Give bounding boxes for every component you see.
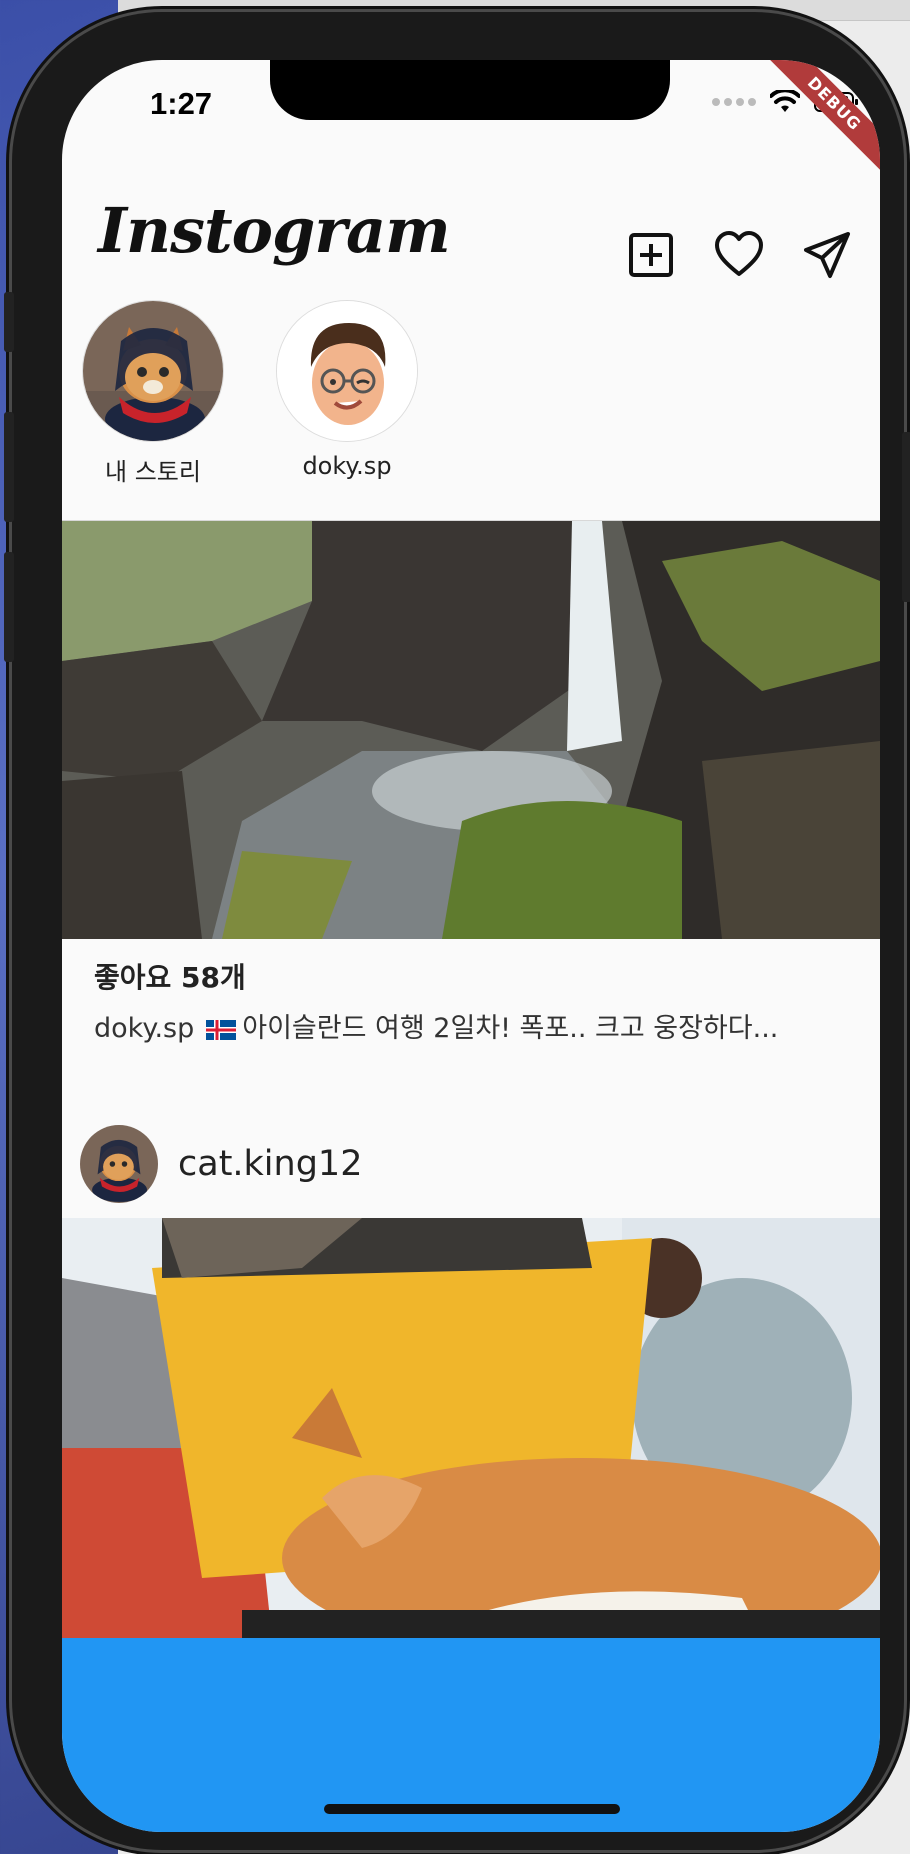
memoji-avatar <box>276 300 418 442</box>
volume-up-button <box>4 412 14 522</box>
app-screen: 1:27 DEBUG Instogram 내 스토리 doky.sp 좋아요 5… <box>62 60 880 1832</box>
toolbar <box>626 230 852 280</box>
volume-down-button <box>4 552 14 662</box>
home-indicator[interactable] <box>324 1804 620 1814</box>
app-logo: Instogram <box>98 194 451 267</box>
caption-username[interactable]: doky.sp <box>94 1013 194 1044</box>
notch <box>270 60 670 120</box>
story-my-story[interactable]: 내 스토리 <box>82 300 224 487</box>
post-caption: doky.sp 아이슬란드 여행 2일차! 폭포.. 크고 웅장하다... <box>94 1006 880 1045</box>
phone-frame: 1:27 DEBUG Instogram 내 스토리 doky.sp 좋아요 5… <box>4 12 910 1850</box>
cat-bag-image[interactable] <box>62 1218 880 1638</box>
mute-switch <box>4 292 14 352</box>
power-button <box>902 432 910 602</box>
heart-icon[interactable] <box>714 230 764 280</box>
stories-bar: 내 스토리 doky.sp <box>82 300 418 487</box>
caption-text: 아이슬란드 여행 2일차! 폭포.. 크고 웅장하다... <box>242 1013 779 1044</box>
bottom-bar <box>62 1638 880 1832</box>
cat-avatar[interactable] <box>80 1125 158 1203</box>
post-header: cat.king12 <box>80 1125 362 1203</box>
iceland-flag-icon <box>206 1019 237 1040</box>
story-label: 내 스토리 <box>105 458 201 486</box>
post-username[interactable]: cat.king12 <box>178 1144 362 1184</box>
likes-count: 좋아요 58개 <box>94 961 246 994</box>
add-post-icon[interactable] <box>626 230 676 280</box>
signal-icon <box>712 98 756 106</box>
waterfall-image[interactable] <box>62 521 880 939</box>
story-doky[interactable]: doky.sp <box>276 300 418 487</box>
debug-banner: DEBUG <box>760 60 880 178</box>
wifi-icon <box>770 90 800 112</box>
story-label: doky.sp <box>302 452 392 480</box>
send-icon[interactable] <box>802 230 852 280</box>
cat-avatar <box>82 300 224 442</box>
status-time: 1:27 <box>150 86 213 121</box>
